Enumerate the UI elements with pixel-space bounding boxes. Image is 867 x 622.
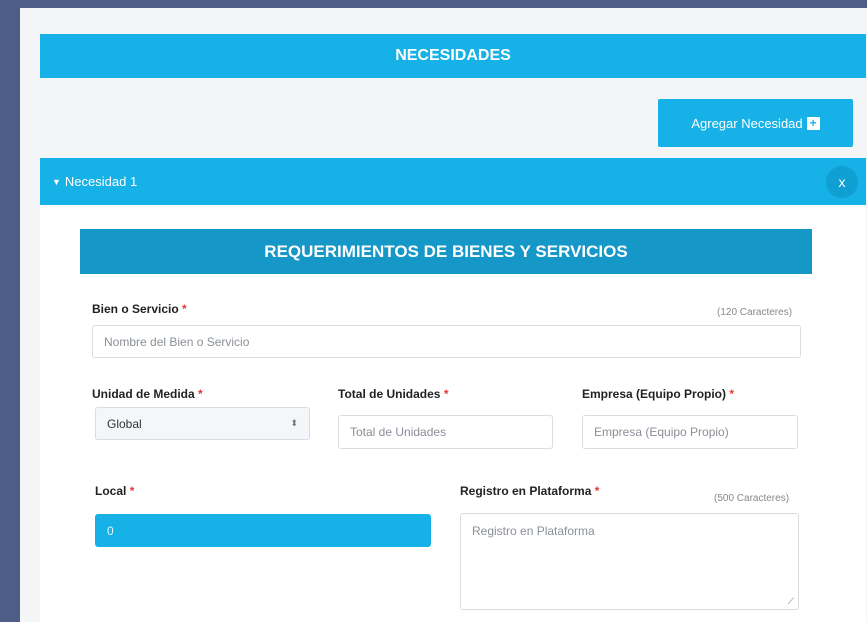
close-necesidad-button[interactable]: x bbox=[826, 166, 858, 198]
total-unidades-input[interactable]: Total de Unidades bbox=[338, 415, 553, 449]
caret-down-icon: ▼ bbox=[52, 176, 61, 187]
add-necesidad-button[interactable]: Agregar Necesidad + bbox=[658, 99, 853, 147]
accordion-title: Necesidad 1 bbox=[64, 174, 138, 189]
required-mark: * bbox=[594, 484, 600, 498]
required-mark: * bbox=[182, 302, 187, 316]
local-input[interactable]: 0 bbox=[95, 514, 431, 547]
empresa-label: Empresa (Equipo Propio) * bbox=[582, 387, 735, 401]
local-label: Local * bbox=[95, 484, 135, 498]
form-title: REQUERIMIENTOS DE BIENES Y SERVICIOS bbox=[264, 241, 628, 261]
accordion-body: REQUERIMIENTOS DE BIENES Y SERVICIOS Bie… bbox=[40, 205, 866, 622]
bien-servicio-input[interactable]: Nombre del Bien o Servicio bbox=[92, 325, 801, 358]
bien-servicio-label: Bien o Servicio * bbox=[92, 302, 187, 316]
unidad-medida-label: Unidad de Medida * bbox=[92, 387, 203, 401]
close-label: x bbox=[838, 174, 846, 190]
required-mark: * bbox=[729, 387, 735, 401]
required-mark: * bbox=[129, 484, 135, 498]
plus-square-icon: + bbox=[806, 116, 820, 130]
empresa-input[interactable]: Empresa (Equipo Propio) bbox=[582, 415, 798, 449]
unidad-medida-select[interactable]: Global ⬍ bbox=[95, 407, 310, 440]
registro-counter: (500 Caracteres) bbox=[714, 493, 790, 504]
select-arrows-icon: ⬍ bbox=[290, 418, 298, 428]
resize-grip-icon[interactable]: ⟋ bbox=[788, 596, 794, 607]
form-title-bar: REQUERIMIENTOS DE BIENES Y SERVICIOS bbox=[80, 229, 812, 274]
section-title: NECESIDADES bbox=[395, 47, 511, 64]
registro-textarea[interactable]: Registro en Plataforma ⟋ bbox=[460, 513, 799, 610]
registro-label: Registro en Plataforma * bbox=[460, 484, 600, 498]
page-content: NECESIDADES Agregar Necesidad + ▼ Necesi… bbox=[20, 8, 867, 622]
total-unidades-label: Total de Unidades * bbox=[338, 387, 449, 401]
required-mark: * bbox=[443, 387, 449, 401]
bien-servicio-counter: (120 Caracteres) bbox=[717, 307, 793, 318]
required-mark: * bbox=[198, 387, 203, 401]
section-title-bar: NECESIDADES bbox=[40, 34, 866, 78]
add-necesidad-label: Agregar Necesidad bbox=[691, 115, 803, 131]
accordion-header-necesidad[interactable]: ▼ Necesidad 1 x bbox=[40, 158, 866, 205]
